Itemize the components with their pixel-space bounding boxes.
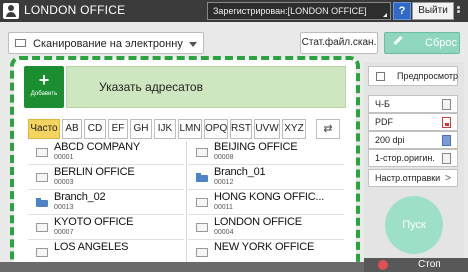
entry-number: 00008: [214, 154, 234, 161]
address-entry[interactable]: Branch_01 00012: [188, 166, 344, 190]
entry-number: 00001: [54, 154, 74, 161]
mail-icon: [36, 248, 48, 257]
file-type-button[interactable]: PDF: [368, 113, 458, 131]
entry-name: Branch_01: [214, 166, 266, 178]
address-entry[interactable]: NEW YORK OFFICE: [188, 241, 344, 263]
address-entry[interactable]: HONG KONG OFFIC... 00011: [188, 191, 344, 215]
resolution-button[interactable]: 200 dpi: [368, 131, 458, 149]
tab-lmn[interactable]: LMN: [178, 119, 202, 139]
plus-icon: +: [38, 70, 50, 90]
tab-ijk[interactable]: IJK: [154, 119, 176, 139]
entry-name: BERLIN OFFICE: [54, 166, 135, 178]
send-settings-label: Настр.отправки: [375, 173, 441, 183]
registration-status-text: Зарегистрирован:[LONDON OFFICE]: [213, 6, 367, 16]
entry-number: 00013: [54, 204, 74, 211]
entry-name: ABCD COMPANY: [54, 141, 141, 153]
more-menu-icon[interactable]: [457, 6, 461, 16]
address-entry[interactable]: Branch_02 00013: [28, 191, 184, 215]
reset-label: Сброс: [425, 37, 457, 49]
tab-gh[interactable]: GH: [130, 119, 152, 139]
index-tabs: Часто AB CD EF GH IJK LMN OPQ RST UVW XY…: [28, 119, 308, 139]
grayscale-icon: [442, 99, 451, 110]
stop-icon: [378, 260, 388, 270]
user-icon[interactable]: [3, 3, 19, 19]
function-select-label: Сканирование на электронную: [33, 38, 183, 50]
tab-uvw[interactable]: UVW: [254, 119, 280, 139]
entry-name: NEW YORK OFFICE: [214, 241, 315, 253]
entry-name: KYOTO OFFICE: [54, 216, 134, 228]
reset-icon: [393, 35, 403, 46]
color-mode-button[interactable]: Ч-Б: [368, 95, 458, 113]
function-select[interactable]: Сканирование на электронную: [8, 32, 204, 54]
tab-rst[interactable]: RST: [230, 119, 252, 139]
color-mode-label: Ч-Б: [375, 99, 390, 109]
entry-number: 00007: [54, 229, 74, 236]
pdf-icon: [442, 117, 451, 128]
reset-button[interactable]: Сброс: [384, 32, 460, 54]
address-entry[interactable]: BERLIN OFFICE 00003: [28, 166, 184, 190]
chevron-down-icon: [189, 42, 197, 47]
entry-number: 00003: [54, 179, 74, 186]
entry-name: LOS ANGELES: [54, 241, 129, 253]
tab-xyz[interactable]: XYZ: [282, 119, 306, 139]
entry-number: 00012: [214, 179, 234, 186]
stop-label: Стоп: [418, 259, 441, 270]
entry-name: LONDON OFFICE: [214, 216, 302, 228]
entry-name: BEIJING OFFICE: [214, 141, 298, 153]
tab-opq[interactable]: OPQ: [204, 119, 228, 139]
logout-button[interactable]: Выйти: [412, 2, 454, 20]
specify-destination-field[interactable]: Указать адресатов: [66, 66, 346, 108]
mail-icon: [196, 148, 208, 157]
mail-icon: [36, 173, 48, 182]
scan-email-icon: [15, 39, 26, 47]
mail-icon: [36, 223, 48, 232]
login-user-title: LONDON OFFICE: [24, 3, 126, 17]
address-entry[interactable]: LOS ANGELES: [28, 241, 184, 263]
folder-icon: [36, 198, 48, 207]
folder-icon: [196, 173, 208, 182]
entry-name: Branch_02: [54, 191, 106, 203]
tab-ab[interactable]: AB: [62, 119, 82, 139]
tab-ef[interactable]: EF: [108, 119, 128, 139]
mail-icon: [196, 223, 208, 232]
address-entry[interactable]: BEIJING OFFICE 00008: [188, 141, 344, 165]
address-entry[interactable]: ABCD COMPANY 00001: [28, 141, 184, 165]
tab-frequent[interactable]: Часто: [28, 119, 60, 139]
one-sided-icon: [442, 153, 451, 164]
original-side-label: 1-стор.оригин.: [375, 153, 435, 163]
entry-name: HONG KONG OFFIC...: [214, 191, 325, 203]
add-destination-button[interactable]: + Добавить: [24, 66, 64, 108]
original-side-button[interactable]: 1-стор.оригин.: [368, 149, 458, 167]
help-button[interactable]: ?: [393, 2, 411, 20]
chevron-right-icon: >: [445, 173, 451, 184]
mail-icon: [196, 248, 208, 257]
preview-label: Предпросмотр: [397, 71, 459, 81]
preview-toggle[interactable]: Предпросмотр: [368, 66, 458, 86]
resolution-icon: [442, 135, 451, 146]
entry-number: 00011: [214, 204, 233, 211]
send-settings-button[interactable]: Настр.отправки >: [368, 169, 458, 187]
mail-icon: [196, 198, 208, 207]
entry-number: 00004: [214, 229, 234, 236]
mail-icon: [36, 148, 48, 157]
file-type-label: PDF: [375, 117, 393, 127]
tab-cd[interactable]: CD: [84, 119, 106, 139]
stored-file-button[interactable]: Стат.файл.скан.: [300, 32, 378, 54]
start-button[interactable]: Пуск: [385, 196, 443, 254]
registration-status[interactable]: Зарегистрирован:[LONDON OFFICE]: [207, 2, 391, 20]
corner-mark-icon: [383, 13, 387, 17]
resolution-label: 200 dpi: [375, 135, 405, 145]
address-entry[interactable]: KYOTO OFFICE 00007: [28, 216, 184, 240]
checkbox-icon: [376, 72, 385, 81]
address-entry[interactable]: LONDON OFFICE 00004: [188, 216, 344, 240]
column-divider: [186, 141, 187, 266]
switch-view-icon[interactable]: ⇄: [316, 119, 340, 139]
add-destination-label: Добавить: [30, 91, 58, 97]
specify-destination-label: Указать адресатов: [99, 80, 203, 94]
